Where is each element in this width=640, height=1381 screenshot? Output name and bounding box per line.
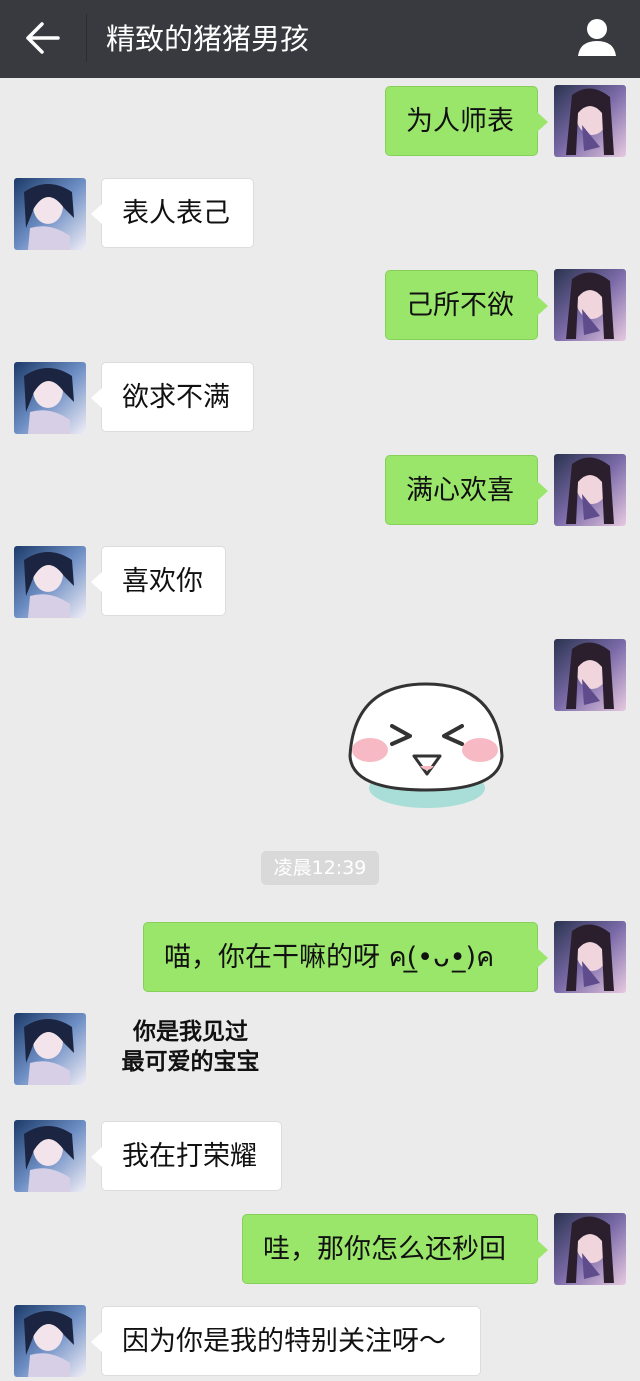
arrow-left-icon — [26, 22, 60, 54]
message-bubble-outgoing[interactable]: 满心欢喜 — [385, 455, 548, 525]
text-sticker[interactable]: 你是我见过 最可爱的宝宝 — [108, 1017, 273, 1077]
profile-button[interactable] — [572, 14, 622, 62]
avatar-me[interactable] — [554, 269, 626, 341]
message-bubble-incoming[interactable]: 欲求不满 — [91, 362, 254, 432]
message-bubble-incoming[interactable]: 因为你是我的特别关注呀～ — [91, 1306, 481, 1376]
avatar-me[interactable] — [554, 85, 626, 157]
avatar-me[interactable] — [554, 1213, 626, 1285]
message-bubble-outgoing[interactable]: 己所不欲 — [385, 270, 548, 340]
avatar-contact[interactable] — [14, 546, 86, 618]
avatar-contact[interactable] — [14, 1120, 86, 1192]
avatar-contact[interactable] — [14, 1305, 86, 1377]
top-bar: 精致的猪猪男孩 — [0, 0, 640, 78]
avatar-contact[interactable] — [14, 1013, 86, 1085]
timestamp-label: 凌晨12:39 — [261, 851, 379, 885]
message-bubble-incoming[interactable]: 我在打荣耀 — [91, 1121, 282, 1191]
avatar-me[interactable] — [554, 921, 626, 993]
avatar-me[interactable] — [554, 454, 626, 526]
text-sticker-line: 你是我见过 — [133, 1019, 248, 1045]
avatar-contact[interactable] — [14, 178, 86, 250]
message-bubble-incoming[interactable]: 表人表己 — [91, 178, 254, 248]
header-divider — [86, 14, 87, 62]
text-sticker-line: 最可爱的宝宝 — [121, 1049, 260, 1075]
smiling-dumpling-sticker[interactable] — [340, 678, 510, 813]
person-icon — [578, 19, 616, 56]
message-bubble-outgoing[interactable]: 为人师表 — [385, 86, 548, 156]
chat-title: 精致的猪猪男孩 — [106, 22, 310, 56]
avatar-contact[interactable] — [14, 362, 86, 434]
back-button[interactable] — [22, 18, 66, 58]
message-bubble-outgoing[interactable]: 喵，你在干嘛的呀 ค(̲•ᴗ•̲)ค — [143, 922, 548, 992]
avatar-me[interactable] — [554, 639, 626, 711]
message-bubble-outgoing[interactable]: 哇，那你怎么还秒回 — [242, 1214, 548, 1284]
message-bubble-incoming[interactable]: 喜欢你 — [91, 546, 226, 616]
